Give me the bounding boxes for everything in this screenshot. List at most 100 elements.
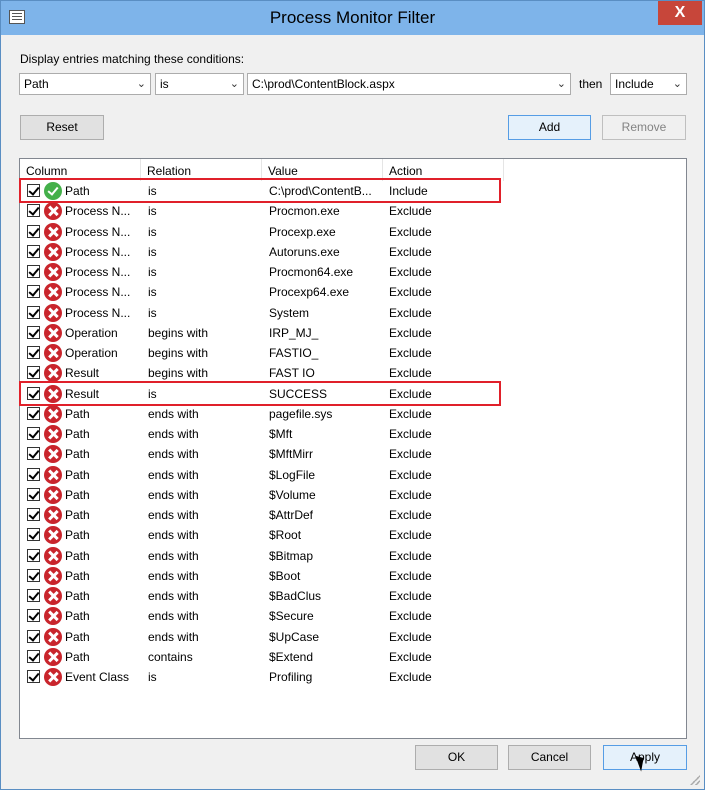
header-column[interactable]: Column bbox=[20, 159, 141, 181]
cell-value: Procexp.exe bbox=[269, 224, 336, 239]
cell-value: $Bitmap bbox=[269, 548, 314, 563]
row-checkbox[interactable] bbox=[27, 406, 40, 420]
value-combobox[interactable]: C:\prod\ContentBlock.aspx ⌄ bbox=[247, 73, 571, 95]
table-row[interactable]: Path ends with pagefile.sys Exclude bbox=[20, 404, 686, 424]
cell-relation: ends with bbox=[148, 528, 199, 543]
add-button[interactable]: Add bbox=[508, 115, 591, 140]
cell-value: $Root bbox=[269, 528, 302, 543]
table-row[interactable]: Process N... is Procmon64.exe Exclude bbox=[20, 262, 686, 282]
row-checkbox[interactable] bbox=[27, 609, 40, 623]
table-row[interactable]: Operation begins with IRP_MJ_ Exclude bbox=[20, 323, 686, 343]
exclude-x-icon bbox=[44, 384, 62, 403]
cell-column: Path bbox=[65, 427, 90, 441]
relation-dropdown[interactable]: is ⌄ bbox=[155, 73, 244, 95]
table-row[interactable]: Result begins with FAST IO Exclude bbox=[20, 363, 686, 383]
exclude-x-icon bbox=[44, 465, 62, 484]
table-row[interactable]: Path ends with $Secure Exclude bbox=[20, 606, 686, 626]
cell-column: Path bbox=[65, 184, 90, 198]
header-relation[interactable]: Relation bbox=[141, 159, 262, 181]
cell-action: Exclude bbox=[389, 487, 432, 502]
row-checkbox[interactable] bbox=[27, 285, 40, 299]
exclude-x-icon bbox=[44, 546, 62, 565]
row-checkbox[interactable] bbox=[27, 487, 40, 501]
cancel-button[interactable]: Cancel bbox=[508, 745, 591, 770]
row-checkbox[interactable] bbox=[27, 467, 40, 481]
table-row[interactable]: Path ends with $MftMirr Exclude bbox=[20, 444, 686, 464]
row-checkbox[interactable] bbox=[27, 649, 40, 663]
cell-action: Include bbox=[389, 184, 428, 198]
table-row[interactable]: Path ends with $UpCase Exclude bbox=[20, 627, 686, 647]
cell-action: Exclude bbox=[389, 447, 432, 462]
row-checkbox[interactable] bbox=[27, 386, 40, 400]
header-value[interactable]: Value bbox=[262, 159, 383, 181]
row-checkbox[interactable] bbox=[27, 528, 40, 542]
row-checkbox[interactable] bbox=[27, 305, 40, 319]
cell-value: FAST IO bbox=[269, 366, 315, 381]
row-checkbox[interactable] bbox=[27, 568, 40, 582]
row-checkbox[interactable] bbox=[27, 366, 40, 380]
row-checkbox[interactable] bbox=[27, 184, 40, 197]
cell-action: Exclude bbox=[389, 285, 432, 300]
row-checkbox[interactable] bbox=[27, 204, 40, 218]
cell-column: Operation bbox=[65, 325, 118, 340]
reset-button[interactable]: Reset bbox=[20, 115, 104, 140]
table-row[interactable]: Process N... is Procmon.exe Exclude bbox=[20, 201, 686, 221]
table-row[interactable]: Path ends with $AttrDef Exclude bbox=[20, 505, 686, 525]
cell-relation: ends with bbox=[148, 508, 199, 522]
table-row[interactable]: Path ends with $Root Exclude bbox=[20, 525, 686, 545]
table-row[interactable]: Process N... is Autoruns.exe Exclude bbox=[20, 242, 686, 262]
row-checkbox[interactable] bbox=[27, 224, 40, 238]
header-action[interactable]: Action bbox=[383, 159, 504, 181]
table-row[interactable]: Process N... is System Exclude bbox=[20, 303, 686, 323]
cell-relation: begins with bbox=[148, 325, 209, 340]
exclude-x-icon bbox=[44, 303, 62, 322]
table-row[interactable]: Path is C:\prod\ContentB... Include bbox=[20, 181, 686, 201]
table-row[interactable]: Process N... is Procexp.exe Exclude bbox=[20, 222, 686, 242]
ok-button[interactable]: OK bbox=[415, 745, 498, 770]
column-dropdown[interactable]: Path ⌄ bbox=[19, 73, 151, 95]
cell-value: $BadClus bbox=[269, 589, 322, 603]
cell-column: Path bbox=[65, 629, 90, 644]
cell-action: Exclude bbox=[389, 548, 432, 563]
row-checkbox[interactable] bbox=[27, 629, 40, 643]
exclude-x-icon bbox=[44, 526, 62, 545]
row-checkbox[interactable] bbox=[27, 447, 40, 461]
row-checkbox[interactable] bbox=[27, 325, 40, 339]
row-checkbox[interactable] bbox=[27, 427, 40, 440]
table-row[interactable]: Event Class is Profiling Exclude bbox=[20, 667, 686, 687]
cell-relation: ends with bbox=[148, 447, 199, 462]
title-bar[interactable]: Process Monitor Filter X bbox=[1, 1, 704, 35]
row-checkbox[interactable] bbox=[27, 589, 40, 602]
cell-column: Path bbox=[65, 406, 90, 421]
row-checkbox[interactable] bbox=[27, 265, 40, 278]
table-row[interactable]: Path contains $Extend Exclude bbox=[20, 647, 686, 667]
cell-relation: is bbox=[148, 670, 157, 684]
table-row[interactable]: Path ends with $Mft Exclude bbox=[20, 424, 686, 444]
cell-relation: ends with bbox=[148, 548, 199, 563]
cell-action: Exclude bbox=[389, 467, 432, 482]
row-checkbox[interactable] bbox=[27, 346, 40, 359]
action-dropdown[interactable]: Include ⌄ bbox=[610, 73, 687, 95]
resize-grip[interactable] bbox=[690, 775, 700, 785]
cell-relation: contains bbox=[148, 649, 193, 664]
table-row[interactable]: Path ends with $BadClus Exclude bbox=[20, 586, 686, 606]
cell-value: IRP_MJ_ bbox=[269, 325, 319, 340]
remove-button[interactable]: Remove bbox=[602, 115, 686, 140]
row-checkbox[interactable] bbox=[27, 508, 40, 521]
table-row[interactable]: Path ends with $LogFile Exclude bbox=[20, 465, 686, 485]
close-button[interactable]: X bbox=[658, 1, 702, 25]
table-row[interactable]: Path ends with $Volume Exclude bbox=[20, 485, 686, 505]
exclude-x-icon bbox=[44, 485, 62, 504]
exclude-x-icon bbox=[44, 506, 62, 524]
row-checkbox[interactable] bbox=[27, 670, 40, 683]
table-row[interactable]: Path ends with $Bitmap Exclude bbox=[20, 546, 686, 566]
table-row[interactable]: Operation begins with FASTIO_ Exclude bbox=[20, 343, 686, 363]
cell-column: Process N... bbox=[65, 285, 131, 300]
row-checkbox[interactable] bbox=[27, 548, 40, 562]
cell-relation: ends with bbox=[148, 406, 199, 421]
table-row[interactable]: Process N... is Procexp64.exe Exclude bbox=[20, 282, 686, 302]
table-row[interactable]: Result is SUCCESS Exclude bbox=[20, 384, 686, 404]
filter-list[interactable]: Column Relation Value Action Path is C:\pr… bbox=[19, 158, 687, 739]
row-checkbox[interactable] bbox=[27, 244, 40, 258]
table-row[interactable]: Path ends with $Boot Exclude bbox=[20, 566, 686, 586]
